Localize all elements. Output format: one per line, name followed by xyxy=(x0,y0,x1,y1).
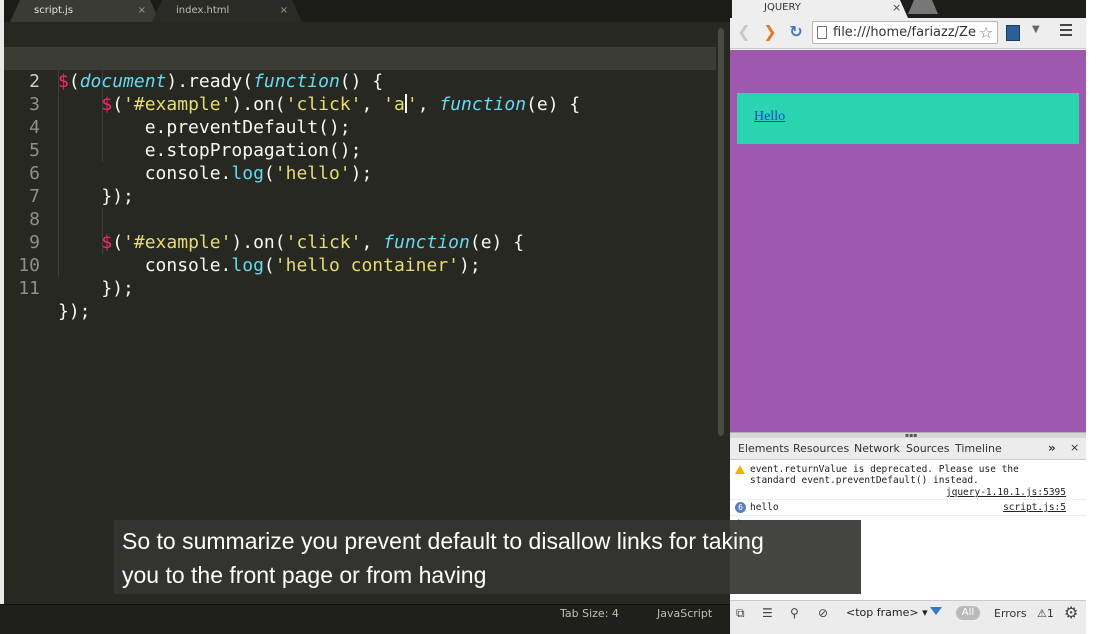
tab-elements[interactable]: Elements xyxy=(738,442,789,455)
tab-size-indicator[interactable]: Tab Size: 4 xyxy=(560,607,619,620)
page-viewport: Hello xyxy=(730,50,1086,432)
menu-icon[interactable] xyxy=(1060,24,1072,36)
token: }); xyxy=(101,278,134,299)
code-line: 8 $('#example').on('click', function(e) … xyxy=(4,185,716,253)
code-line: 9 console.log('hello container'); xyxy=(4,208,716,276)
line-number: 11 xyxy=(18,278,40,299)
log-source-link[interactable]: script.js:5 xyxy=(1003,502,1066,513)
warning-source-link[interactable]: jquery-1.10.1.js:5395 xyxy=(946,487,1066,498)
new-tab-button[interactable] xyxy=(908,0,938,14)
code-line: 3 e.preventDefault(); xyxy=(4,70,716,138)
tab-index-html[interactable]: index.html × xyxy=(152,0,302,22)
editor-tab-bar: script.js × index.html × xyxy=(4,0,730,22)
filter-icon[interactable] xyxy=(930,607,942,615)
bookmark-star-icon[interactable]: ☆ xyxy=(977,23,995,42)
clear-console-icon[interactable]: ⊘ xyxy=(818,606,828,620)
page-icon xyxy=(817,26,827,39)
syntax-mode-indicator[interactable]: JavaScript xyxy=(657,607,712,620)
tab-timeline[interactable]: Timeline xyxy=(955,442,1002,455)
editor-scrollbar[interactable] xyxy=(718,28,724,436)
reload-icon[interactable]: ↻ xyxy=(786,22,806,42)
back-arrow-icon[interactable]: ❮ xyxy=(734,22,754,42)
browser-toolbar: ❮ ❯ ↻ file:///home/fariazz/Zero ☆ ▼ xyxy=(730,18,1086,49)
warning-count[interactable]: ⚠1 xyxy=(1037,607,1054,620)
browser-tab-title: JQUERY xyxy=(764,2,801,13)
code-line: 5 console.log('hello'); xyxy=(4,116,716,184)
tab-network[interactable]: Network xyxy=(854,442,900,455)
devtools-bottom-bar: ⧉ ☰ ⚲ ⊘ <top frame> ▾ All Errors ⚠1 ⚙ xyxy=(730,600,1086,634)
chevron-down-icon[interactable]: ▼ xyxy=(1032,24,1040,35)
address-bar[interactable]: file:///home/fariazz/Zero ☆ xyxy=(812,21,998,44)
tab-label: script.js xyxy=(34,5,74,16)
close-icon[interactable]: × xyxy=(1070,441,1079,454)
warning-text: event.returnValue is deprecated. Please … xyxy=(750,464,1025,486)
video-caption: So to summarize you prevent default to d… xyxy=(114,520,861,594)
search-icon[interactable]: ⚲ xyxy=(790,606,799,620)
browser-tab[interactable]: JQUERY × xyxy=(732,0,908,18)
code-line-current: 2 $('#example').on('click', 'a ', functio… xyxy=(4,47,716,115)
code-line: 4 e.stopPropagation(); xyxy=(4,93,716,161)
close-icon[interactable]: × xyxy=(280,0,288,22)
close-icon[interactable]: × xyxy=(892,1,901,14)
console-log: 6 hello script.js:5 xyxy=(730,500,1086,516)
filter-all-button[interactable]: All xyxy=(956,606,980,620)
extension-icon[interactable] xyxy=(1006,25,1020,41)
url-text[interactable]: file:///home/fariazz/Zero xyxy=(833,25,989,40)
code-text-area[interactable]: 1 $(document).ready(function() { 2 $('#e… xyxy=(4,24,716,604)
close-icon[interactable]: × xyxy=(138,0,146,22)
log-text: hello xyxy=(750,502,779,513)
console-warning: event.returnValue is deprecated. Please … xyxy=(730,462,1086,500)
tab-resources[interactable]: Resources xyxy=(793,442,849,455)
code-line: 11 }); xyxy=(4,254,716,322)
hello-link[interactable]: Hello xyxy=(754,109,785,125)
tab-sources[interactable]: Sources xyxy=(906,442,950,455)
caption-line: So to summarize you prevent default to d… xyxy=(122,528,764,554)
code-line: 1 $(document).ready(function() { xyxy=(4,24,716,92)
code-line: 10 }); xyxy=(4,231,716,299)
example-container[interactable]: Hello xyxy=(737,93,1079,144)
tab-script-js[interactable]: script.js × xyxy=(10,0,160,22)
window-edge xyxy=(1086,0,1104,634)
code-line: 7 xyxy=(4,162,716,207)
token: }); xyxy=(58,301,91,322)
log-count-icon: 6 xyxy=(735,502,746,513)
warning-icon xyxy=(735,465,745,474)
gear-icon[interactable]: ⚙ xyxy=(1064,603,1078,622)
console-drawer-icon[interactable]: ☰ xyxy=(762,606,773,620)
dock-icon[interactable]: ⧉ xyxy=(736,606,745,621)
errors-filter[interactable]: Errors xyxy=(994,607,1027,620)
code-line: 6 }); xyxy=(4,139,716,207)
frame-selector[interactable]: <top frame> ▾ xyxy=(846,606,928,619)
forward-arrow-icon[interactable]: ❯ xyxy=(760,22,780,42)
screen: script.js × index.html × 1 $(document).r… xyxy=(0,0,1104,634)
devtools-tab-bar: Elements Resources Network Sources Timel… xyxy=(730,438,1086,460)
caption-line: you to the front page or from having xyxy=(122,562,487,588)
browser-tab-strip: JQUERY × xyxy=(730,0,1086,18)
tab-label: index.html xyxy=(176,5,230,16)
more-tabs-icon[interactable]: » xyxy=(1048,441,1056,455)
editor-status-bar: Tab Size: 4 JavaScript xyxy=(0,604,730,634)
